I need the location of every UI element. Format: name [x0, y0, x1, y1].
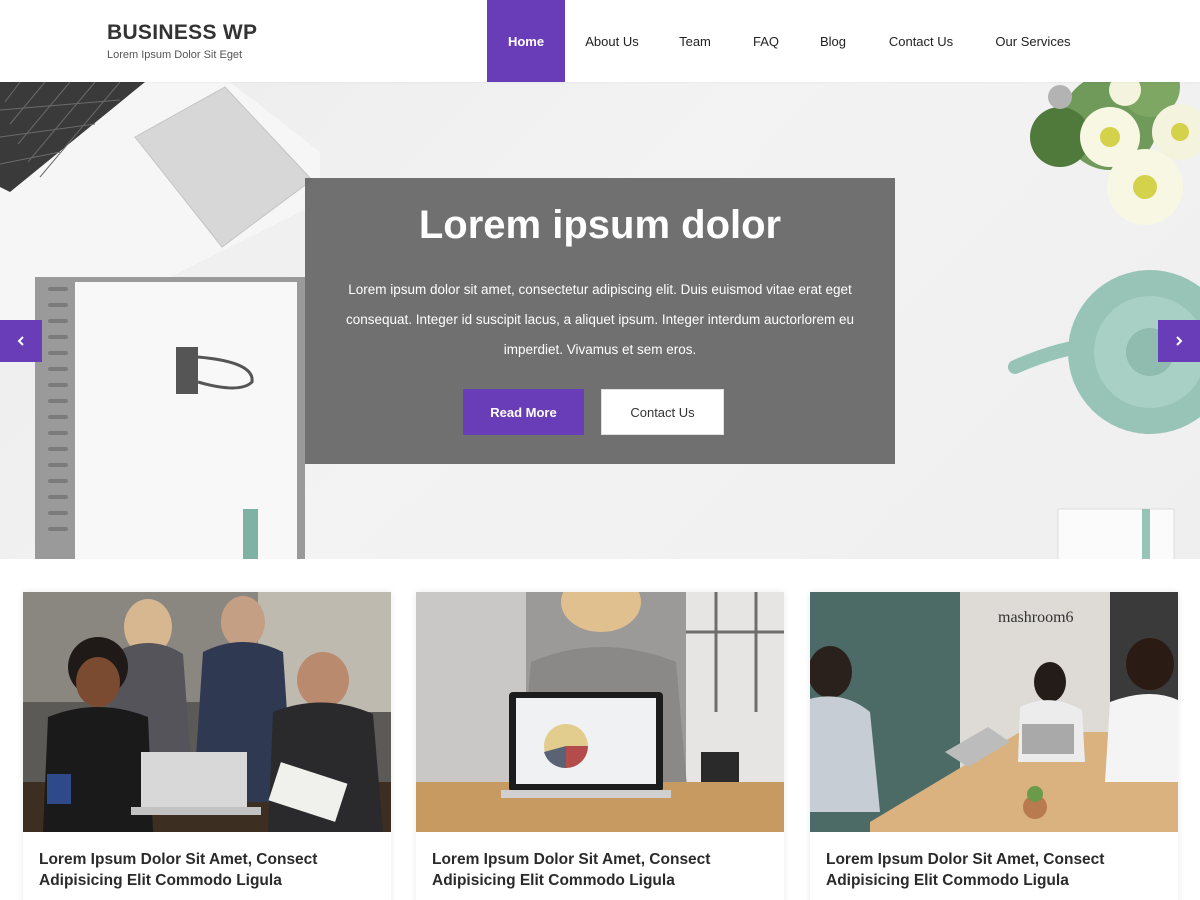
hero-title: Lorem ipsum dolor [418, 203, 782, 247]
nav-item-faq[interactable]: FAQ [731, 0, 801, 82]
post-card[interactable]: Lorem Ipsum Dolor Sit Amet, Consect Adip… [416, 592, 784, 900]
slider-prev-button[interactable] [0, 320, 42, 362]
read-more-button[interactable]: Read More [463, 389, 584, 435]
post-card-title[interactable]: Lorem Ipsum Dolor Sit Amet, Consect Adip… [416, 832, 784, 891]
chevron-left-icon [17, 336, 24, 346]
hero-slider: Lorem ipsum dolor Lorem ipsum dolor sit … [0, 82, 1200, 559]
main-nav: Home About Us Team FAQ Blog Contact Us O… [487, 0, 1089, 82]
post-card-title[interactable]: Lorem Ipsum Dolor Sit Amet, Consect Adip… [810, 832, 1178, 891]
post-card[interactable]: Lorem Ipsum Dolor Sit Amet, Consect Adip… [23, 592, 391, 900]
post-card[interactable]: mashroom6 Lorem Ipsum Dolor Sit Amet, Co… [810, 592, 1178, 900]
nav-item-contact-us[interactable]: Contact Us [865, 0, 977, 82]
grid-notebook-image [1057, 508, 1175, 559]
chevron-right-icon [1176, 336, 1183, 346]
site-title[interactable]: BUSINESS WP [107, 21, 257, 45]
flowers-image [1030, 82, 1200, 225]
wall-sign-text: mashroom6 [998, 609, 1074, 626]
post-card-title[interactable]: Lorem Ipsum Dolor Sit Amet, Consect Adip… [23, 832, 391, 891]
brand[interactable]: BUSINESS WP Lorem Ipsum Dolor Sit Eget [107, 21, 257, 62]
nav-item-team[interactable]: Team [659, 0, 731, 82]
hero-caption-box: Lorem ipsum dolor Lorem ipsum dolor sit … [305, 178, 895, 464]
post-card-image[interactable] [23, 592, 391, 832]
nav-item-our-services[interactable]: Our Services [977, 0, 1089, 82]
site-tagline: Lorem Ipsum Dolor Sit Eget [107, 49, 243, 61]
nav-item-about-us[interactable]: About Us [565, 0, 659, 82]
slider-next-button[interactable] [1158, 320, 1200, 362]
post-card-image[interactable]: mashroom6 [810, 592, 1178, 832]
hero-buttons: Read More Contact Us [305, 389, 895, 435]
contact-us-button[interactable]: Contact Us [601, 389, 724, 435]
nav-item-blog[interactable]: Blog [801, 0, 865, 82]
nav-item-home[interactable]: Home [487, 0, 565, 82]
site-header: BUSINESS WP Lorem Ipsum Dolor Sit Eget H… [0, 0, 1200, 82]
post-card-image[interactable] [416, 592, 784, 832]
hero-description: Lorem ipsum dolor sit amet, consectetur … [345, 282, 855, 357]
notebook-image [35, 277, 305, 559]
